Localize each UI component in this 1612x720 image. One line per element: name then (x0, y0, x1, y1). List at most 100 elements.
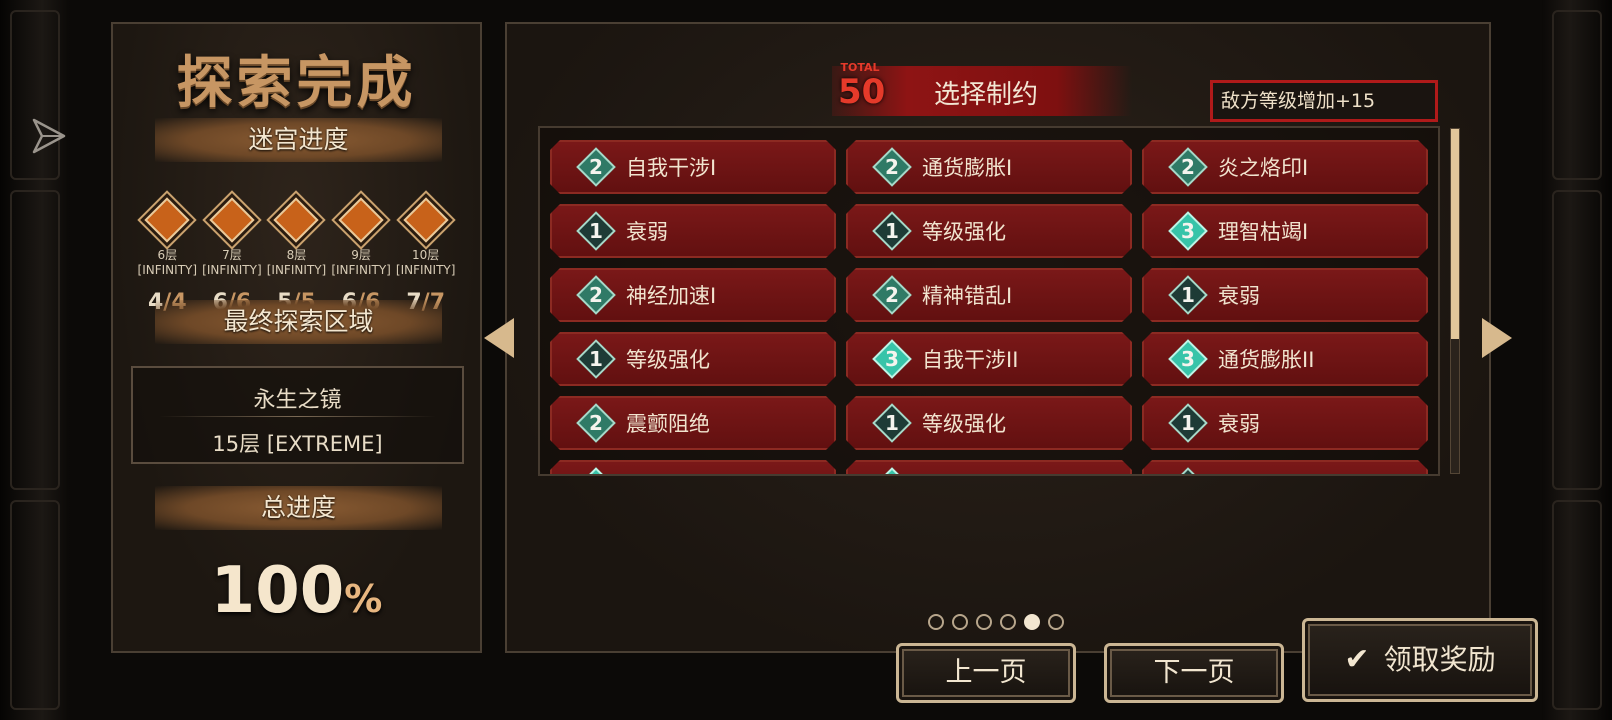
level-gem-icon (576, 467, 616, 476)
restriction-label: 衰弱 (626, 220, 668, 244)
restriction-card-partial[interactable] (550, 460, 836, 476)
final-area-floor: 15层 [EXTREME] (212, 432, 383, 456)
restriction-level: 3 (1181, 347, 1195, 371)
restriction-card[interactable]: 2 通货膨胀I (846, 140, 1132, 194)
restriction-card[interactable]: 3 通货膨胀II (1142, 332, 1428, 386)
restriction-level: 2 (589, 411, 603, 435)
restriction-label: 精神错乱I (922, 284, 1013, 308)
page-dot[interactable] (952, 614, 968, 630)
floor-item: 9层 [INFINITY] 6/6 (329, 194, 394, 315)
previous-arrow-icon[interactable] (484, 318, 514, 358)
restriction-scrollbar[interactable] (1450, 128, 1460, 474)
restriction-card[interactable]: 3 自我干涉II (846, 332, 1132, 386)
floor-difficulty: [INFINITY] (395, 263, 456, 277)
floor-item: 7层 [INFINITY] 6/6 (200, 194, 265, 315)
next-page-button[interactable]: 下一页 (1104, 643, 1284, 703)
restriction-card[interactable]: 1 衰弱 (1142, 396, 1428, 450)
floor-name: 6层 (157, 248, 178, 262)
page-dot[interactable] (976, 614, 992, 630)
total-progress-banner: 总进度 (155, 486, 442, 530)
restriction-label: 炎之烙印I (1218, 156, 1309, 180)
restriction-level: 2 (885, 155, 899, 179)
restriction-card[interactable]: 1 等级强化 (846, 396, 1132, 450)
restriction-card[interactable]: 2 震颤阻绝 (550, 396, 836, 450)
divider (159, 416, 436, 417)
right-frame-decoration (1542, 0, 1612, 720)
claim-reward-label: 领取奖励 (1383, 643, 1496, 676)
restriction-label: 通货膨胀II (1218, 348, 1315, 372)
next-arrow-icon[interactable] (1482, 318, 1512, 358)
previous-page-button[interactable]: 上一页 (896, 643, 1076, 703)
restriction-card[interactable]: 2 自我干涉I (550, 140, 836, 194)
restriction-card-partial[interactable] (1142, 460, 1428, 476)
floor-emblem-icon (403, 197, 449, 243)
floor-item: 6层 [INFINITY] 4/4 (135, 194, 200, 315)
restriction-level: 3 (1181, 219, 1195, 243)
floor-item: 10层 [INFINITY] 7/7 (393, 194, 458, 315)
scrollbar-thumb[interactable] (1451, 129, 1459, 339)
page-dot[interactable] (1000, 614, 1016, 630)
page-dot[interactable] (928, 614, 944, 630)
restriction-label: 通货膨胀I (922, 156, 1013, 180)
total-progress-unit: % (344, 577, 383, 621)
restriction-label: 衰弱 (1218, 412, 1260, 436)
page-dot[interactable] (1048, 614, 1064, 630)
enemy-level-box: 敌方等级增加+15 (1210, 80, 1438, 122)
final-area-banner: 最终探索区域 (155, 300, 442, 344)
restriction-level: 2 (1181, 155, 1195, 179)
restriction-grid: 2 自我干涉I 2 通货膨胀I 2 炎之烙印I 1 衰弱 1 等级强化 3 理智枯竭I 2 神经加速I 2 精… (550, 140, 1430, 476)
restriction-card[interactable]: 2 精神错乱I (846, 268, 1132, 322)
frame-segment (1552, 10, 1602, 180)
back-arrow-icon[interactable] (28, 116, 68, 156)
floor-progress-list: 6层 [INFINITY] 4/4 7层 [INFINITY] 6/6 8层 [… (135, 194, 458, 315)
restriction-level: 1 (885, 411, 899, 435)
restriction-level: 3 (885, 347, 899, 371)
floor-name: 10层 (412, 248, 440, 262)
total-score-badge: TOTAL 50 (838, 62, 885, 116)
frame-segment (1552, 500, 1602, 710)
restriction-card[interactable]: 2 炎之烙印I (1142, 140, 1428, 194)
level-gem-icon (1168, 467, 1208, 476)
restriction-card[interactable]: 1 等级强化 (550, 332, 836, 386)
floor-name: 9层 (351, 248, 371, 262)
restriction-label: 自我干涉I (626, 156, 717, 180)
checkmark-icon: ✔ (1344, 642, 1370, 677)
total-progress-value: 100% (113, 554, 480, 628)
restriction-level: 2 (589, 155, 603, 179)
restriction-level: 2 (885, 283, 899, 307)
frame-segment (1552, 190, 1602, 490)
floor-name: 7层 (222, 248, 242, 262)
restriction-level: 1 (1181, 283, 1195, 307)
restriction-label: 衰弱 (1218, 284, 1260, 308)
restriction-label: 自我干涉II (922, 348, 1019, 372)
floor-emblem-icon (144, 197, 190, 243)
restriction-card[interactable]: 1 等级强化 (846, 204, 1132, 258)
restriction-level: 2 (589, 283, 603, 307)
floor-emblem-icon (338, 197, 384, 243)
restriction-card[interactable]: 3 理智枯竭I (1142, 204, 1428, 258)
restriction-card[interactable]: 2 神经加速I (550, 268, 836, 322)
restriction-level: 1 (589, 219, 603, 243)
floor-name: 8层 (286, 248, 307, 262)
restriction-card-partial[interactable] (846, 460, 1132, 476)
floor-item: 8层 [INFINITY] 5/5 (264, 194, 329, 315)
restriction-card[interactable]: 1 衰弱 (550, 204, 836, 258)
restriction-level: 1 (885, 219, 899, 243)
final-area-name: 永生之镜 (253, 388, 342, 413)
restriction-label: 等级强化 (626, 348, 710, 372)
floor-difficulty: [INFINITY] (331, 263, 391, 277)
restriction-label: 等级强化 (922, 412, 1006, 436)
restriction-title: 选择制约 (934, 80, 1039, 110)
claim-reward-button[interactable]: ✔ 领取奖励 (1302, 618, 1538, 702)
page-dot[interactable] (1024, 614, 1040, 630)
page-title: 探索完成 (176, 51, 417, 116)
floor-difficulty: [INFINITY] (202, 263, 262, 277)
restriction-level: 1 (1181, 411, 1195, 435)
restriction-card[interactable]: 1 衰弱 (1142, 268, 1428, 322)
restriction-label: 震颤阻绝 (626, 412, 710, 436)
floor-emblem-icon (209, 197, 255, 243)
level-gem-icon (872, 467, 912, 476)
restriction-list: 2 自我干涉I 2 通货膨胀I 2 炎之烙印I 1 衰弱 1 等级强化 3 理智枯竭I 2 神经加速I 2 精… (538, 126, 1440, 476)
final-area-box: 永生之镜 15层 [EXTREME] (131, 366, 464, 464)
frame-segment (10, 190, 60, 490)
